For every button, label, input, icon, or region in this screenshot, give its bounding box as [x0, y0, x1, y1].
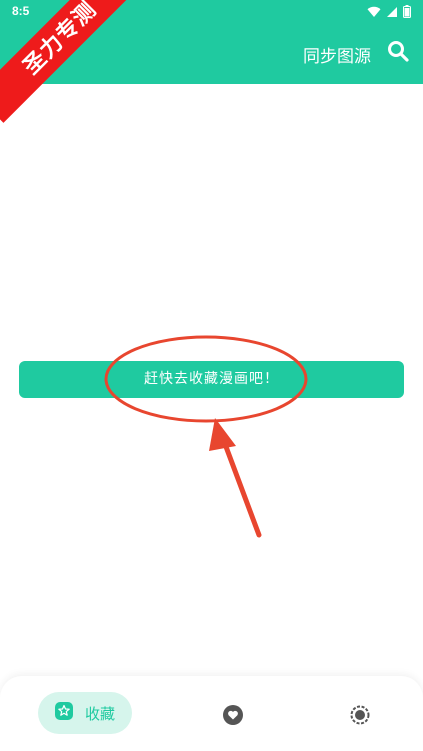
- battery-icon: [403, 3, 411, 22]
- signal-icon: [386, 3, 398, 22]
- go-favorite-comics-button[interactable]: 赶快去收藏漫画吧！: [19, 361, 404, 398]
- wifi-icon: [367, 3, 381, 22]
- gear-icon[interactable]: [349, 704, 371, 726]
- status-icons: [367, 3, 411, 22]
- search-icon[interactable]: [387, 40, 409, 62]
- sync-sources-button[interactable]: 同步图源: [303, 42, 371, 67]
- nav-label-favorites: 收藏: [84, 704, 115, 723]
- annotation-arrow-shaft: [219, 433, 262, 538]
- nav-item-favorites[interactable]: 收藏: [38, 692, 132, 734]
- heart-icon[interactable]: [222, 704, 244, 726]
- status-time: 8:5: [12, 4, 30, 18]
- annotation-arrow-head: [209, 418, 236, 451]
- bottom-navigation: 收藏: [0, 676, 423, 751]
- star-badge-icon: [54, 702, 73, 724]
